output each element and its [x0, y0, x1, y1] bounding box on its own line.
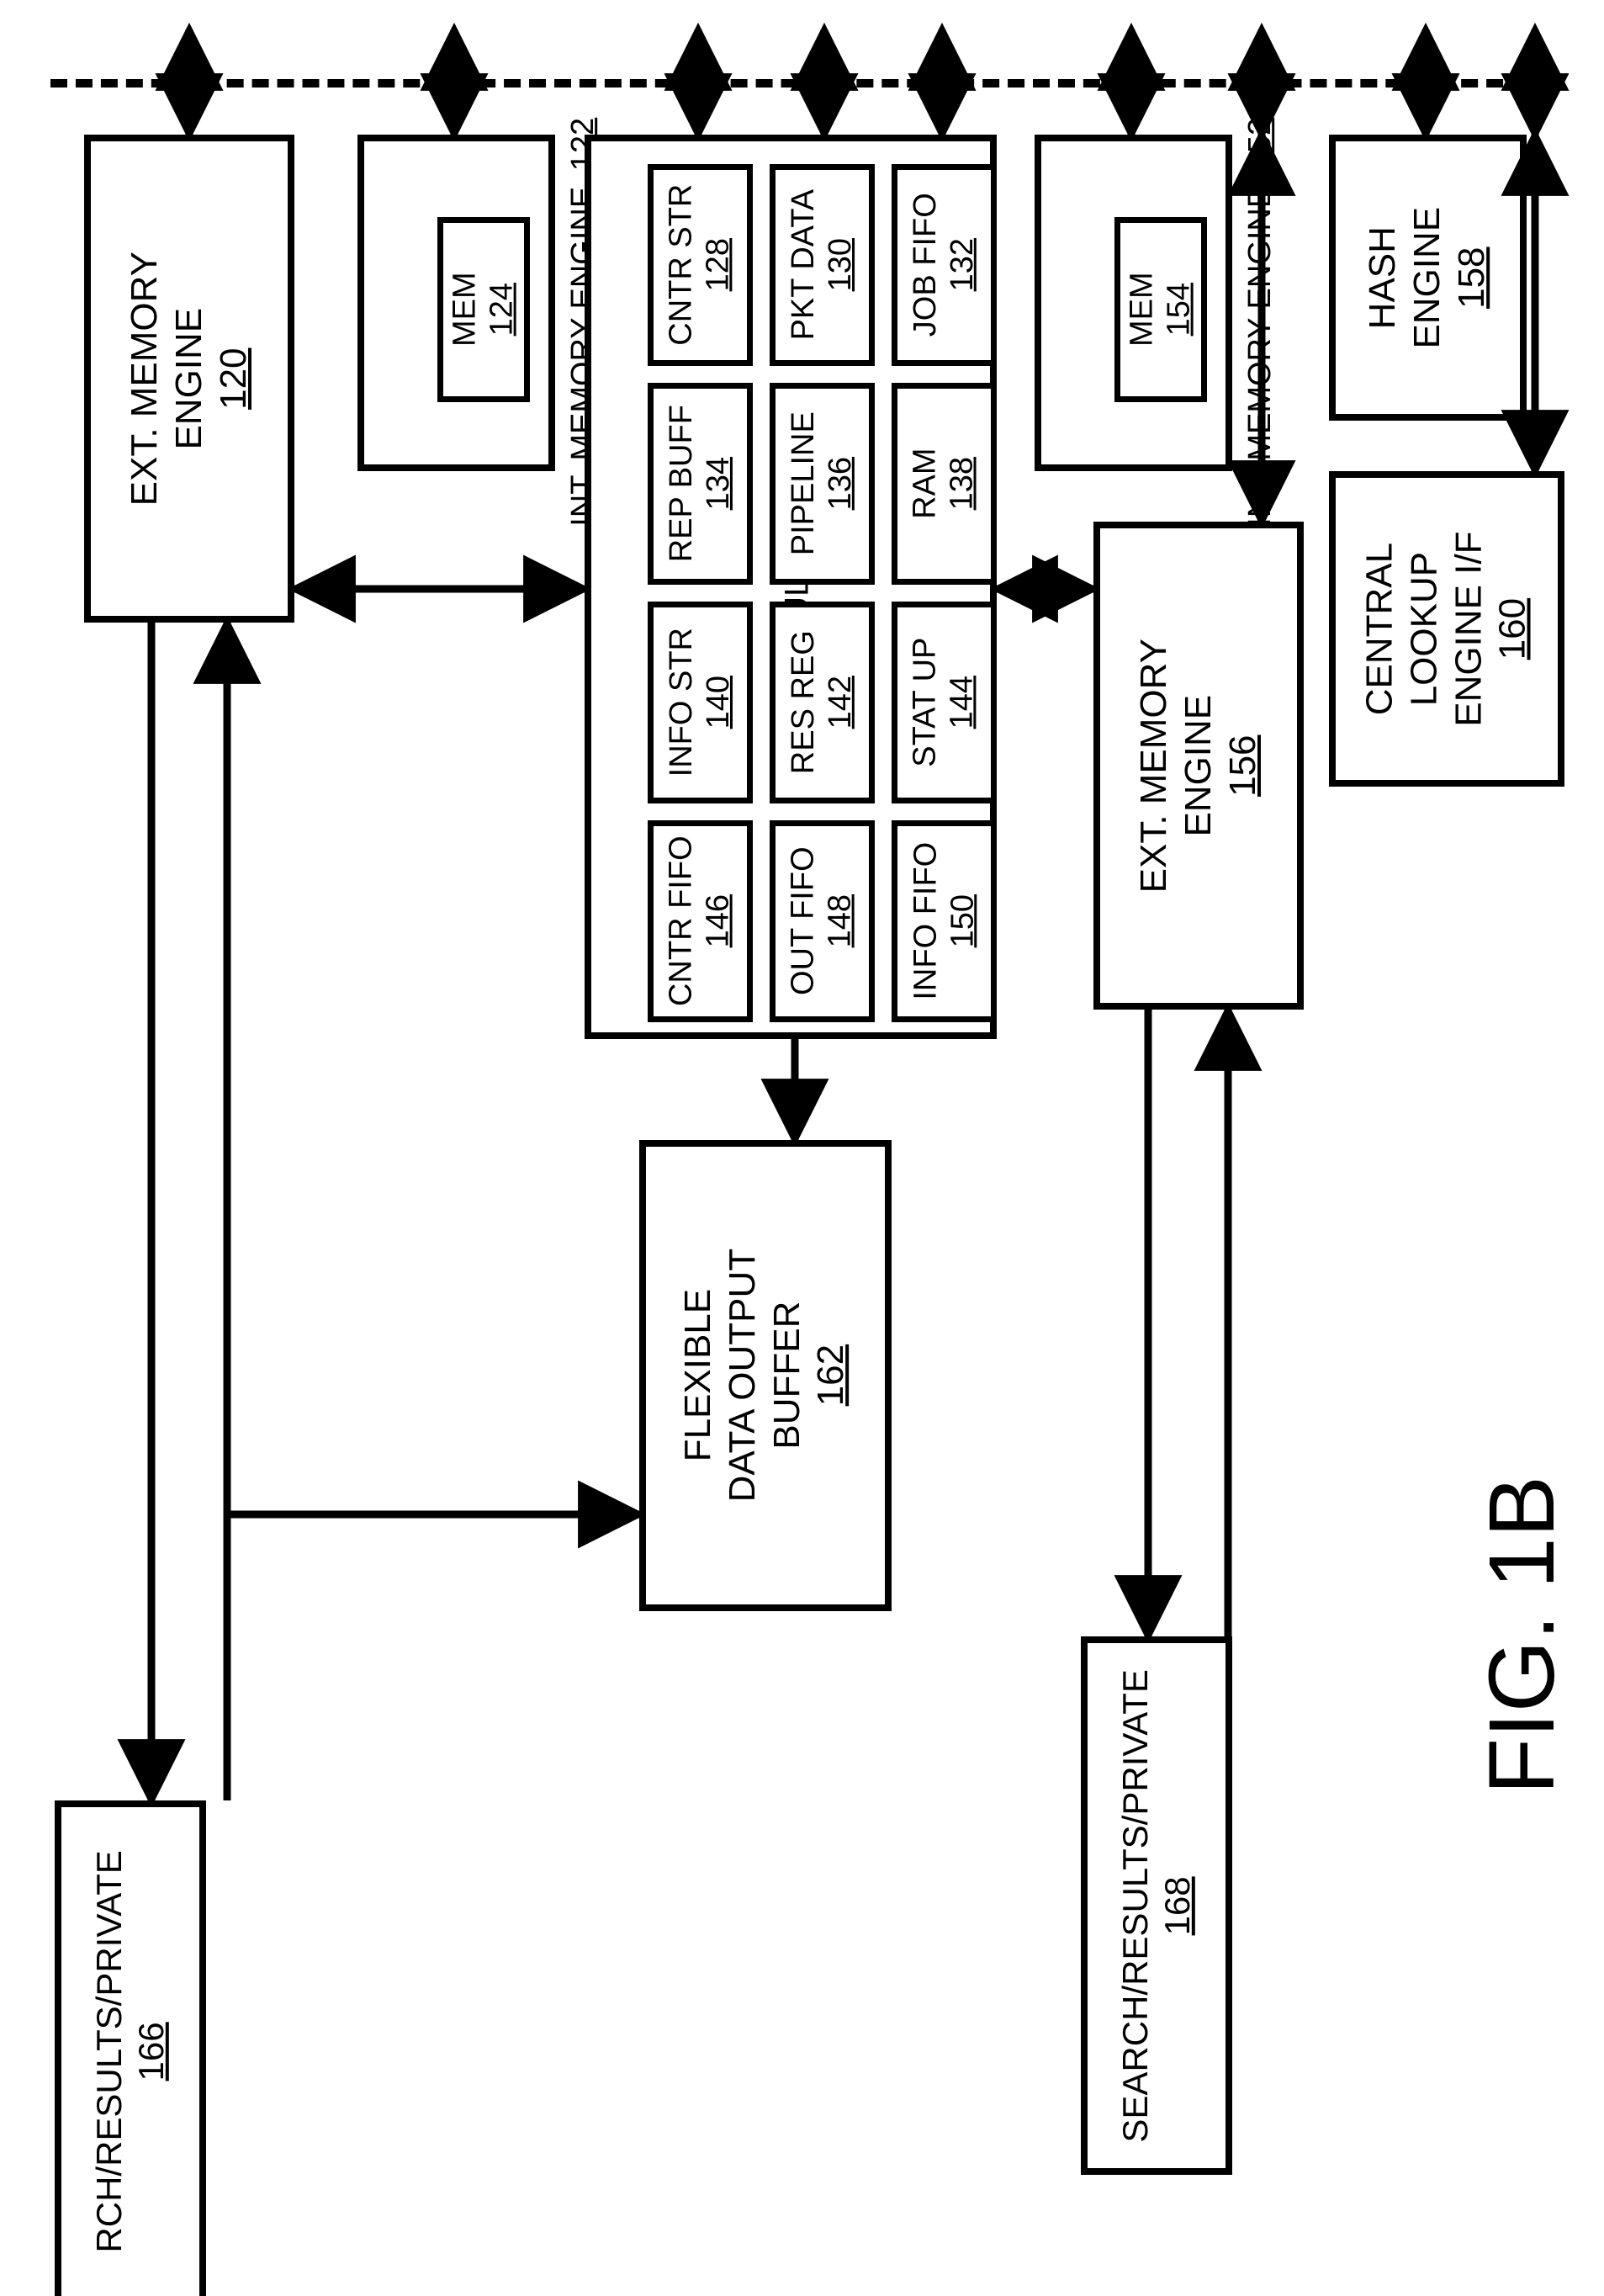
fdob-line3: BUFFER: [765, 1302, 810, 1450]
pkt-data-130-label: PKT DATA: [786, 189, 823, 340]
stat-up-144-ref: 144: [945, 676, 982, 729]
job-fifo-132-label: JOB FIFO: [908, 194, 945, 337]
ext-mem-156-line1: EXT. MEMORY: [1132, 639, 1177, 893]
ext-mem-120-ref: 120: [211, 347, 256, 409]
rep-buff-134-label: REP BUFF: [664, 405, 701, 562]
clu-160-ref: 160: [1491, 598, 1536, 660]
int-mem-152-ref: 152: [1242, 118, 1278, 171]
cell-job-fifo-132: JOB FIFO132: [892, 164, 997, 366]
mem-154-label: MEM: [1124, 273, 1161, 347]
fdob-ref: 162: [810, 1344, 855, 1406]
ram-138-ref: 138: [944, 457, 981, 510]
cell-out-fifo-148: OUT FIFO148: [770, 820, 875, 1022]
fdob-line2: DATA OUTPUT: [721, 1249, 765, 1503]
clu-160-line1: CENTRAL: [1358, 543, 1402, 715]
info-fifo-150-label: INFO FIFO: [908, 842, 945, 1000]
block-search-results-private-168: SEARCH/RESULTS/PRIVATE 168: [1081, 1636, 1232, 2175]
cell-stat-up-144: STAT UP144: [892, 602, 997, 803]
block-mem-154: MEM 154: [1114, 217, 1207, 402]
cell-res-reg-142: RES REG142: [770, 602, 875, 803]
res-reg-142-label: RES REG: [786, 630, 823, 774]
pipeline-136-label: PIPELINE: [786, 411, 823, 555]
block-int-memory-engine-152: INT. MEMORY ENGINE 152 MEM 154: [1035, 135, 1232, 471]
block-hash-engine-158: HASH ENGINE 158: [1329, 135, 1527, 421]
out-fifo-148-label: OUT FIFO: [786, 847, 823, 996]
out-fifo-148-ref: 148: [823, 894, 860, 947]
hash-158-line2: ENGINE: [1405, 207, 1450, 349]
cell-rep-buff-134: REP BUFF134: [648, 383, 753, 585]
block-flexible-data-output-buffer-162: FLEXIBLE DATA OUTPUT BUFFER 162: [639, 1140, 892, 1611]
cell-info-fifo-150: INFO FIFO150: [892, 820, 997, 1022]
rep-buff-134-ref: 134: [701, 457, 738, 510]
block-int-memory-engine-122: INT. MEMORY ENGINE 122 MEM 124: [357, 135, 555, 471]
hash-158-ref: 158: [1450, 247, 1495, 308]
cntr-fifo-146-label: CNTR FIFO: [664, 836, 701, 1007]
res-reg-142-ref: 142: [823, 676, 860, 729]
clu-160-line3: ENGINE I/F: [1447, 531, 1491, 726]
info-fifo-150-ref: 150: [945, 894, 982, 947]
ext-mem-156-ref: 156: [1220, 734, 1265, 796]
mem-154-ref: 154: [1161, 283, 1198, 336]
cell-cntr-str-128: CNTR STR128: [648, 164, 753, 366]
cntr-str-128-ref: 128: [701, 238, 738, 291]
cntr-str-128-label: CNTR STR: [664, 184, 701, 346]
job-fifo-132-ref: 132: [945, 238, 982, 291]
srp-166-ref: 166: [130, 2022, 172, 2081]
pkt-data-130-ref: 130: [823, 238, 860, 291]
ram-138-label: RAM: [908, 448, 945, 519]
srp-168-line1: SEARCH/RESULTS/PRIVATE: [1114, 1669, 1157, 2142]
system-bus-dashed: [50, 79, 1554, 87]
cntr-fifo-146-ref: 146: [701, 894, 738, 947]
stat-up-144-label: STAT UP: [908, 638, 945, 767]
cell-pkt-data-130: PKT DATA130: [770, 164, 875, 366]
ext-mem-156-line2: ENGINE: [1177, 695, 1221, 837]
ext-mem-120-line2: ENGINE: [167, 308, 212, 450]
pipeline-136-ref: 136: [823, 457, 860, 510]
clu-160-line2: LOOKUP: [1402, 552, 1447, 706]
cell-cntr-fifo-146: CNTR FIFO146: [648, 820, 753, 1022]
srp-166-line1: RCH/RESULTS/PRIVATE: [88, 1850, 130, 2252]
block-mem-124: MEM 124: [437, 217, 530, 402]
info-str-140-ref: 140: [701, 676, 738, 729]
info-str-140-label: INFO STR: [664, 628, 701, 777]
fdob-line1: FLEXIBLE: [676, 1289, 721, 1461]
block-search-results-private-166: RCH/RESULTS/PRIVATE 166: [55, 1800, 206, 2296]
int-mem-152-title: INT. MEMORY ENGINE: [1242, 187, 1278, 527]
mem-124-label: MEM: [447, 273, 484, 347]
mem-124-ref: 124: [484, 283, 521, 336]
cell-info-str-140: INFO STR140: [648, 602, 753, 803]
cell-ram-138: RAM138: [892, 383, 997, 585]
block-ext-memory-engine-156: EXT. MEMORY ENGINE 156: [1093, 522, 1304, 1010]
ext-mem-120-line1: EXT. MEMORY: [123, 252, 167, 506]
hash-158-line1: HASH: [1361, 226, 1405, 329]
block-ext-memory-engine-120: EXT. MEMORY ENGINE 120: [84, 135, 294, 623]
figure-label: FIG. 1B: [1469, 1476, 1575, 1795]
block-central-lookup-if-160: CENTRAL LOOKUP ENGINE I/F 160: [1329, 471, 1564, 787]
srp-168-ref: 168: [1157, 1876, 1199, 1935]
cell-pipeline-136: PIPELINE136: [770, 383, 875, 585]
